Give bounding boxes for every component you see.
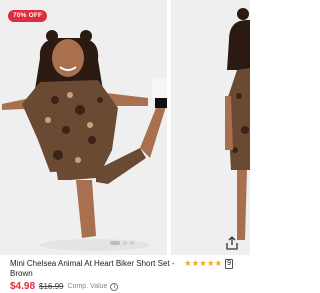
carousel-dot[interactable] xyxy=(123,241,127,245)
model-photo xyxy=(0,0,167,255)
original-price: $16.99 xyxy=(39,282,64,291)
product-image-carousel[interactable]: 70% OFF xyxy=(0,0,250,255)
product-image-2[interactable] xyxy=(171,0,250,255)
product-image-1[interactable] xyxy=(0,0,167,255)
review-count[interactable]: 9 xyxy=(225,259,234,269)
product-rating[interactable]: ★ ★ ★ ★ ★ 9 xyxy=(184,259,234,269)
star-icon: ★ xyxy=(184,259,192,269)
star-icon: ★ xyxy=(191,259,200,269)
sale-price: $4.98 xyxy=(10,281,36,292)
comp-value-label: Comp. Value xyxy=(67,283,108,290)
info-icon[interactable]: i xyxy=(110,282,119,291)
star-icon: ★ xyxy=(206,259,215,269)
price-row: $4.98 $16.99 Comp. Value i xyxy=(10,281,119,292)
star-icon: ★ xyxy=(199,259,207,269)
model-photo-2 xyxy=(171,0,250,255)
product-title[interactable]: Mini Chelsea Animal At Heart Biker Short… xyxy=(10,259,178,279)
share-button[interactable] xyxy=(224,235,240,251)
carousel-dot[interactable] xyxy=(130,241,134,245)
discount-badge: 70% OFF xyxy=(8,10,48,22)
share-icon xyxy=(226,236,238,250)
carousel-indicator[interactable] xyxy=(110,240,134,246)
star-half-icon: ★ xyxy=(214,259,223,269)
carousel-dot-active[interactable] xyxy=(110,241,120,245)
